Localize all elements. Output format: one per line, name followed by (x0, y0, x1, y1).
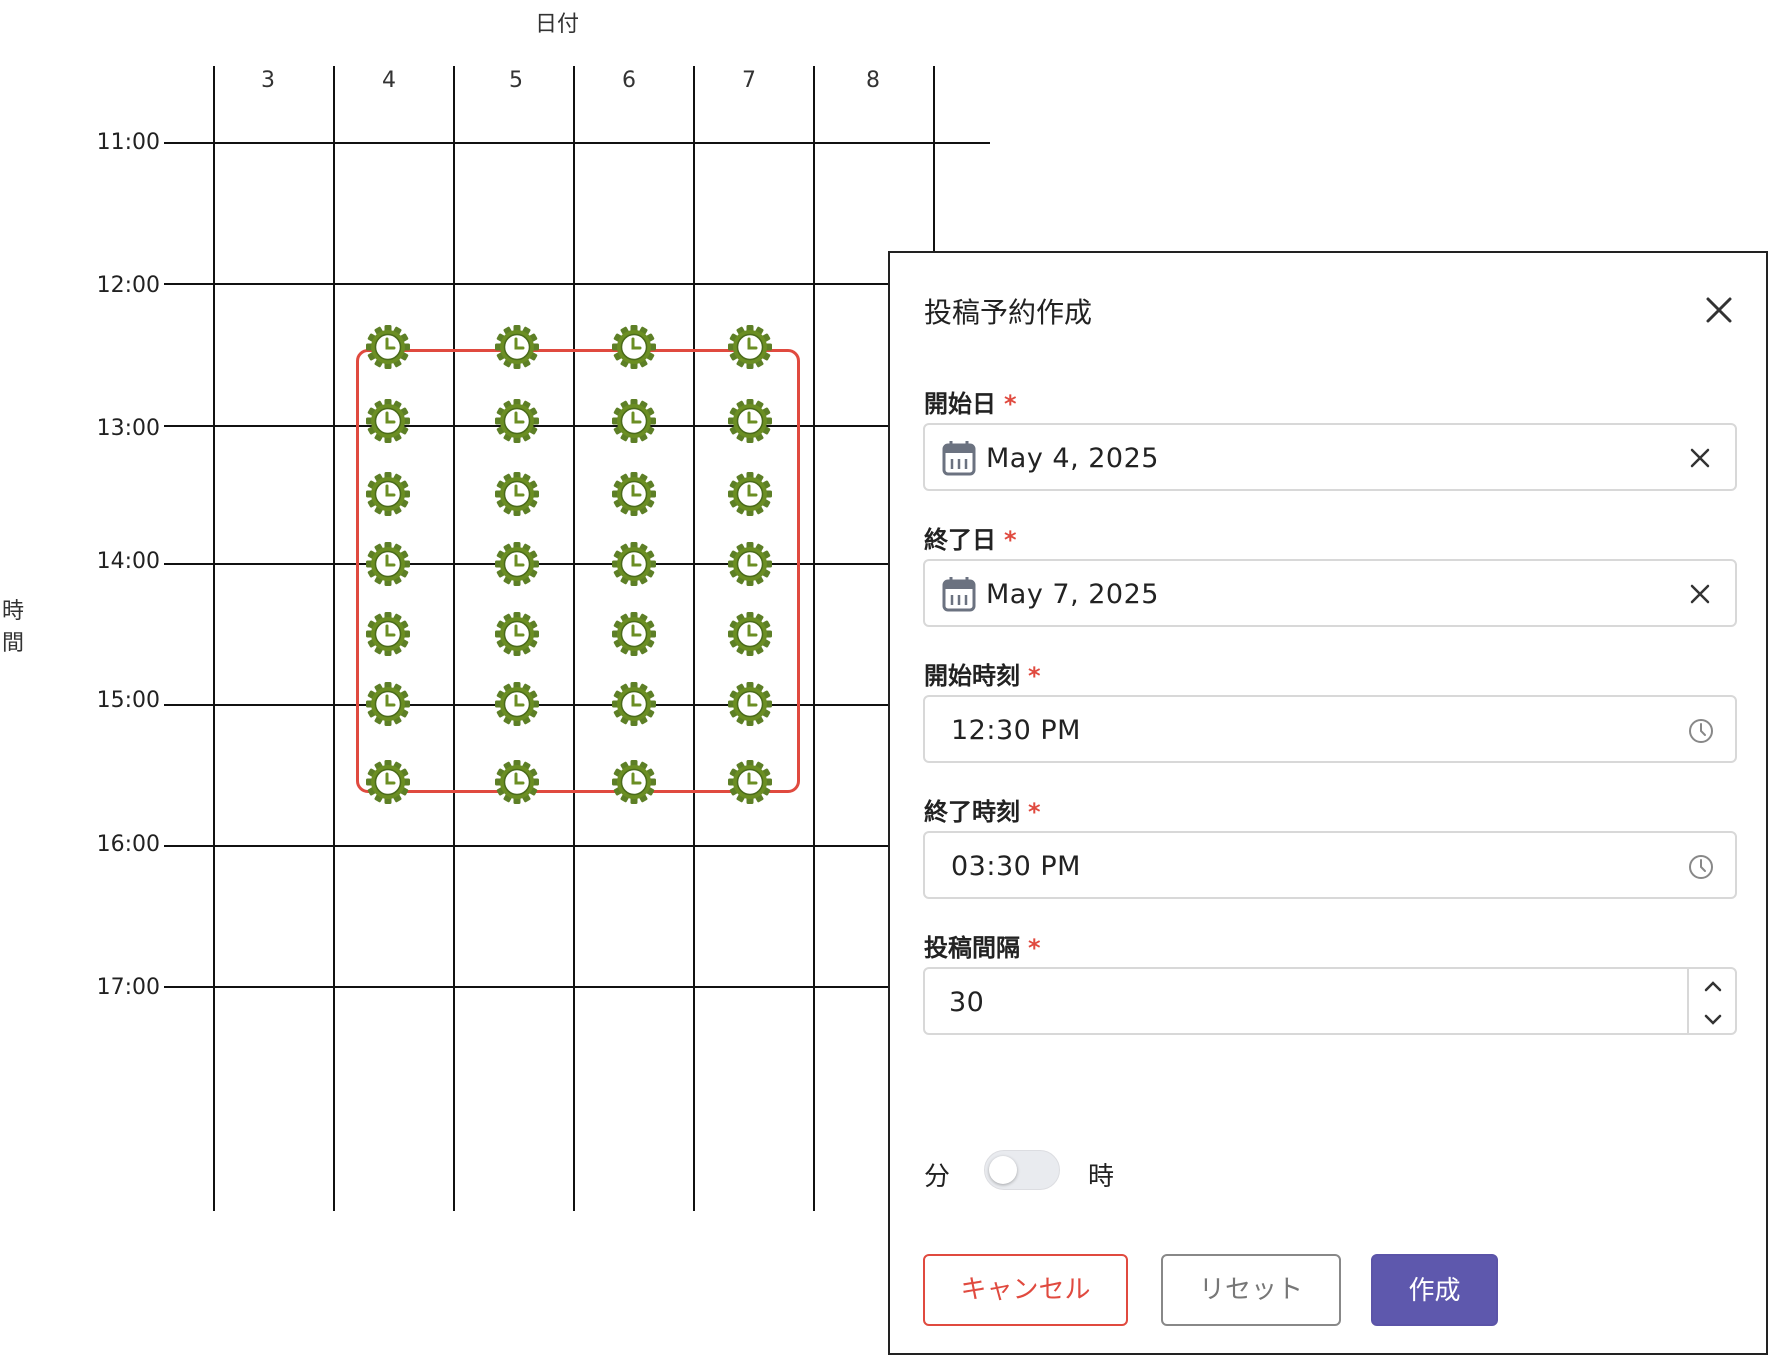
start-time-field[interactable]: 12:30 PM (923, 695, 1737, 763)
gear-clock-icon[interactable] (365, 324, 411, 370)
gear-clock-icon[interactable] (494, 398, 540, 444)
unit-hour-label: 時 (1088, 1162, 1115, 1192)
end-time-field[interactable]: 03:30 PM (923, 831, 1737, 899)
unit-toggle-row: 分 時 (924, 1148, 1224, 1192)
gear-clock-icon[interactable] (494, 681, 540, 727)
grid-line (333, 66, 335, 1211)
gear-clock-icon[interactable] (494, 611, 540, 657)
gear-clock-icon[interactable] (494, 541, 540, 587)
column-label: 3 (261, 68, 275, 93)
grid-line (813, 66, 815, 1211)
grid-line (164, 283, 889, 285)
stepper-divider (1687, 969, 1689, 1033)
calendar-icon (942, 577, 976, 612)
calendar-icon (942, 441, 976, 476)
gear-clock-icon[interactable] (727, 324, 773, 370)
clear-icon[interactable] (1687, 581, 1713, 607)
chevron-down-icon[interactable] (1701, 1011, 1725, 1029)
gear-clock-icon[interactable] (611, 681, 657, 727)
gear-clock-icon[interactable] (727, 398, 773, 444)
gear-clock-icon[interactable] (611, 471, 657, 517)
interval-stepper[interactable]: 30 (923, 967, 1737, 1035)
column-label: 4 (382, 68, 396, 93)
x-axis-title: 日付 (535, 12, 580, 37)
schedule-create-dialog: 投稿予約作成 開始日 * May 4, 2025 終了日 * May 7, 20… (888, 251, 1768, 1355)
gear-clock-icon[interactable] (365, 471, 411, 517)
gear-clock-icon[interactable] (494, 324, 540, 370)
start-date-value: May 4, 2025 (986, 443, 1159, 474)
column-label: 8 (866, 68, 880, 93)
gear-clock-icon[interactable] (365, 681, 411, 727)
end-date-value: May 7, 2025 (986, 579, 1159, 610)
interval-label: 投稿間隔 * (924, 934, 1041, 962)
end-date-field[interactable]: May 7, 2025 (923, 559, 1737, 627)
gear-clock-icon[interactable] (727, 471, 773, 517)
cancel-button[interactable]: キャンセル (923, 1254, 1128, 1326)
gear-clock-icon[interactable] (365, 759, 411, 805)
gear-clock-icon[interactable] (727, 541, 773, 587)
grid-line (164, 845, 889, 847)
gear-clock-icon[interactable] (611, 541, 657, 587)
end-date-label: 終了日 * (924, 526, 1017, 554)
grid-line (164, 986, 889, 988)
grid-line (164, 142, 990, 144)
column-label: 5 (509, 68, 523, 93)
gear-clock-icon[interactable] (611, 324, 657, 370)
row-label: 11:00 (96, 130, 160, 155)
gear-clock-icon[interactable] (611, 759, 657, 805)
row-label: 14:00 (96, 549, 160, 574)
row-label: 16:00 (96, 832, 160, 857)
gear-clock-icon[interactable] (365, 611, 411, 657)
clock-icon[interactable] (1687, 717, 1715, 745)
row-label: 13:00 (96, 416, 160, 441)
end-time-value: 03:30 PM (951, 851, 1081, 882)
reset-button[interactable]: リセット (1161, 1254, 1341, 1326)
create-button[interactable]: 作成 (1371, 1254, 1498, 1326)
chevron-up-icon[interactable] (1701, 977, 1725, 995)
toggle-knob (989, 1156, 1017, 1184)
close-icon[interactable] (1702, 293, 1736, 327)
start-date-label: 開始日 * (924, 390, 1017, 418)
clear-icon[interactable] (1687, 445, 1713, 471)
gear-clock-icon[interactable] (727, 759, 773, 805)
gear-clock-icon[interactable] (365, 541, 411, 587)
gear-clock-icon[interactable] (494, 759, 540, 805)
grid-line (213, 66, 215, 1211)
gear-clock-icon[interactable] (611, 611, 657, 657)
start-time-value: 12:30 PM (951, 715, 1081, 746)
gear-clock-icon[interactable] (611, 398, 657, 444)
unit-toggle-switch[interactable] (984, 1150, 1060, 1190)
gear-clock-icon[interactable] (727, 611, 773, 657)
end-time-label: 終了時刻 * (924, 798, 1041, 826)
start-date-field[interactable]: May 4, 2025 (923, 423, 1737, 491)
y-axis-title: 時 間 (2, 599, 25, 656)
dialog-title: 投稿予約作成 (924, 296, 1093, 329)
row-label: 12:00 (96, 273, 160, 298)
grid-line (933, 66, 935, 252)
row-label: 15:00 (96, 688, 160, 713)
gear-clock-icon[interactable] (365, 398, 411, 444)
column-label: 6 (622, 68, 636, 93)
column-label: 7 (742, 68, 756, 93)
row-label: 17:00 (96, 975, 160, 1000)
start-time-label: 開始時刻 * (924, 662, 1041, 690)
clock-icon[interactable] (1687, 853, 1715, 881)
unit-minute-label: 分 (924, 1162, 951, 1192)
gear-clock-icon[interactable] (727, 681, 773, 727)
gear-clock-icon[interactable] (494, 471, 540, 517)
interval-value: 30 (949, 987, 985, 1018)
